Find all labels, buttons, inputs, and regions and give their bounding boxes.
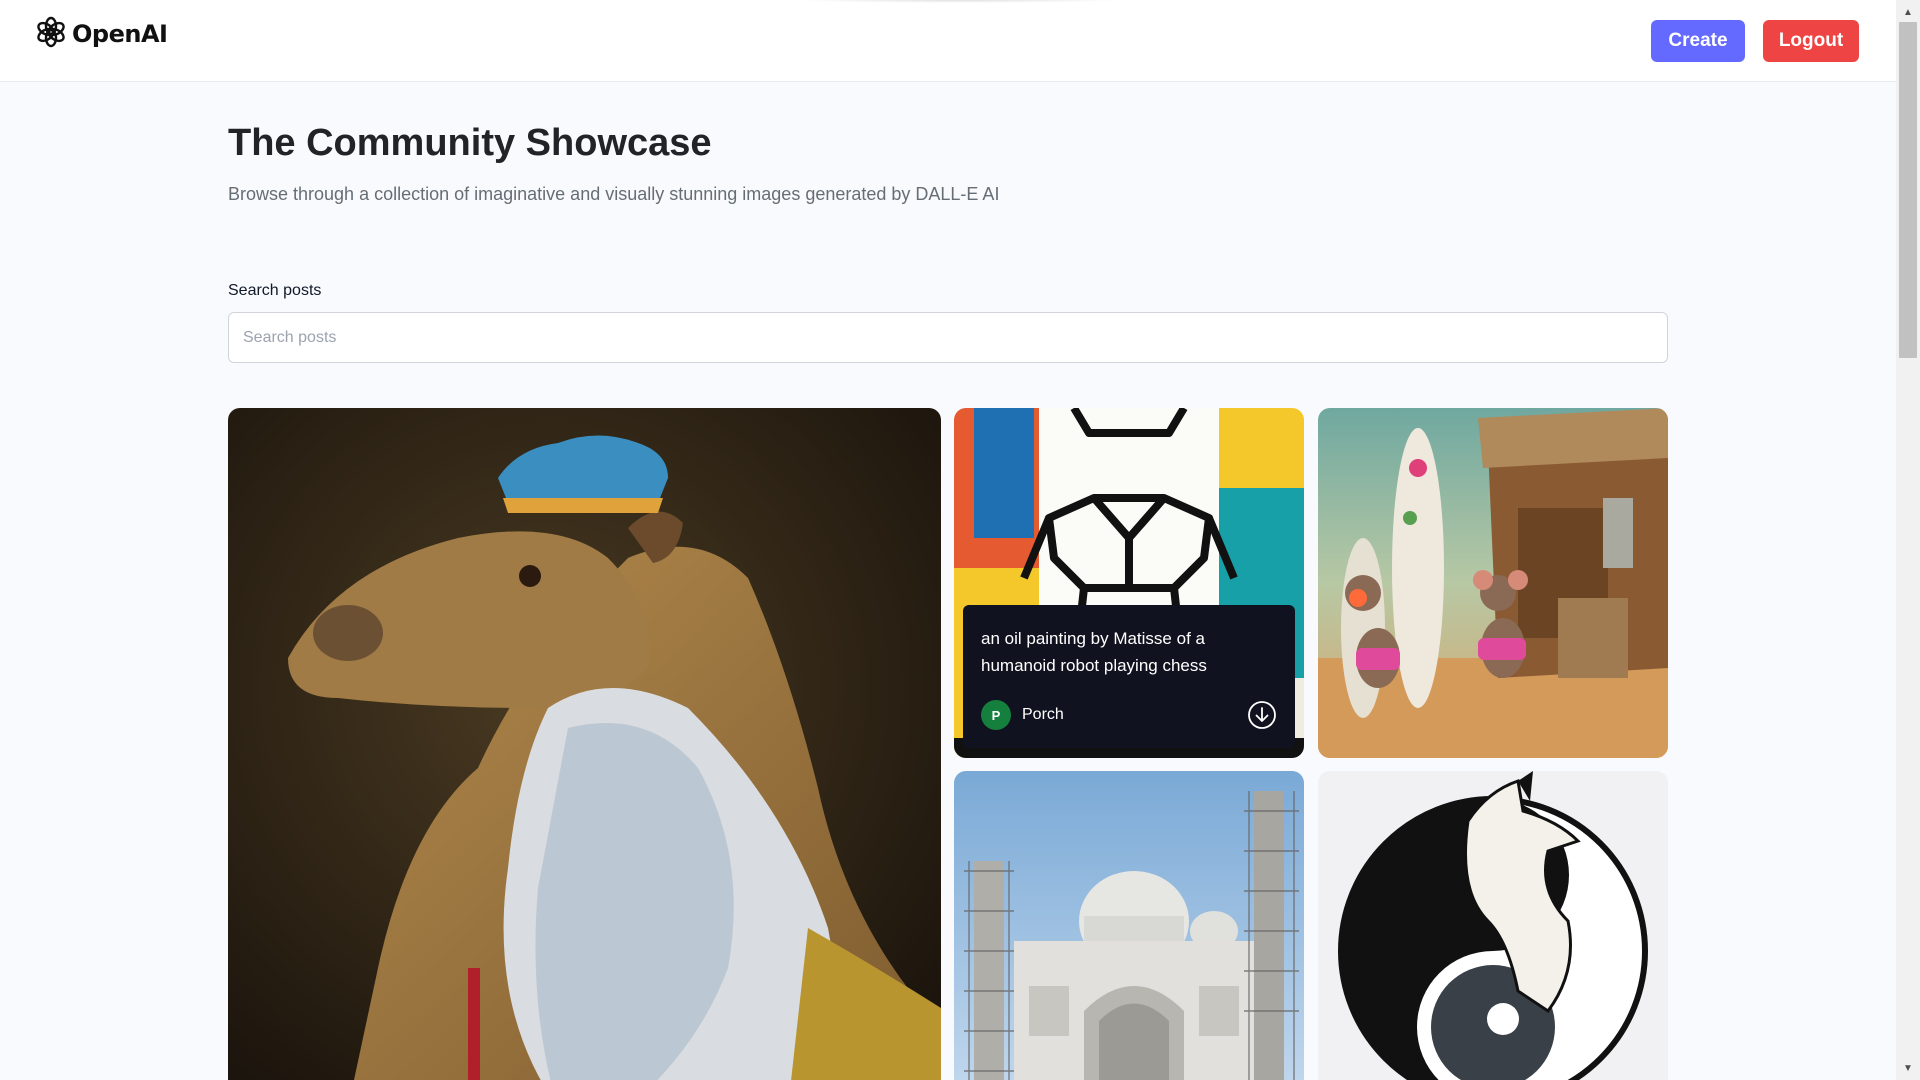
logout-button[interactable]: Logout [1763, 20, 1859, 62]
post-card-robot[interactable]: an oil painting by Matisse of a humanoid… [954, 408, 1304, 758]
post-image-yinyang [1318, 771, 1668, 1080]
scrollbar[interactable]: ▲ ▼ [1896, 0, 1920, 1080]
search-input[interactable] [228, 312, 1668, 363]
post-card-mice[interactable] [1318, 408, 1668, 758]
search-label: Search posts [228, 282, 322, 299]
post-card-capybara[interactable] [228, 408, 941, 1080]
post-image-mice [1318, 408, 1668, 758]
create-button[interactable]: Create [1651, 20, 1745, 62]
post-prompt: an oil painting by Matisse of a humanoid… [981, 629, 1207, 675]
post-image-capybara [228, 408, 941, 1080]
post-footer: P Porch [981, 700, 1277, 730]
openai-logo[interactable]: OpenAI [35, 16, 168, 53]
avatar: P [981, 700, 1011, 730]
openai-logo-icon [35, 16, 67, 53]
post-image-tajmahal [954, 771, 1304, 1080]
header: OpenAI Create Logout [0, 0, 1896, 82]
scroll-up-icon[interactable]: ▲ [1896, 2, 1920, 22]
post-overlay: an oil painting by Matisse of a humanoid… [963, 605, 1295, 748]
download-icon[interactable] [1247, 700, 1277, 730]
logo-text: OpenAI [72, 20, 168, 48]
page-subtitle: Browse through a collection of imaginati… [228, 184, 1000, 204]
post-card-yinyang[interactable] [1318, 771, 1668, 1080]
scroll-down-icon[interactable]: ▼ [1896, 1058, 1920, 1078]
top-shadow [795, 0, 1125, 3]
scroll-thumb[interactable] [1899, 22, 1917, 358]
post-author: Porch [1022, 706, 1064, 723]
page-title: The Community Showcase [228, 122, 712, 164]
post-card-tajmahal[interactable] [954, 771, 1304, 1080]
